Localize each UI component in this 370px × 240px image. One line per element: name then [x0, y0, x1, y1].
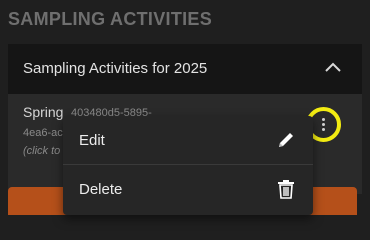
pencil-icon	[279, 133, 293, 147]
menu-item-edit[interactable]: Edit	[63, 116, 313, 164]
menu-item-delete[interactable]: Delete	[63, 165, 313, 213]
menu-item-delete-label: Delete	[79, 181, 123, 198]
accordion-title: Sampling Activities for 2025	[23, 60, 208, 77]
chevron-up-icon[interactable]	[322, 56, 344, 78]
accordion-header[interactable]: Sampling Activities for 2025	[8, 44, 362, 94]
menu-item-edit-label: Edit	[79, 132, 105, 149]
sampling-activities-screen: SAMPLING ACTIVITIES Sampling Activities …	[0, 0, 370, 215]
context-menu: Edit Delete	[63, 116, 313, 215]
more-vertical-icon	[322, 118, 325, 131]
activity-name: Spring	[23, 104, 64, 120]
activity-click-hint: (click to	[23, 145, 61, 157]
section-title: SAMPLING ACTIVITIES	[8, 9, 213, 29]
trash-icon	[278, 180, 294, 199]
activity-id-line-2: 4ea6-ac	[23, 127, 63, 139]
